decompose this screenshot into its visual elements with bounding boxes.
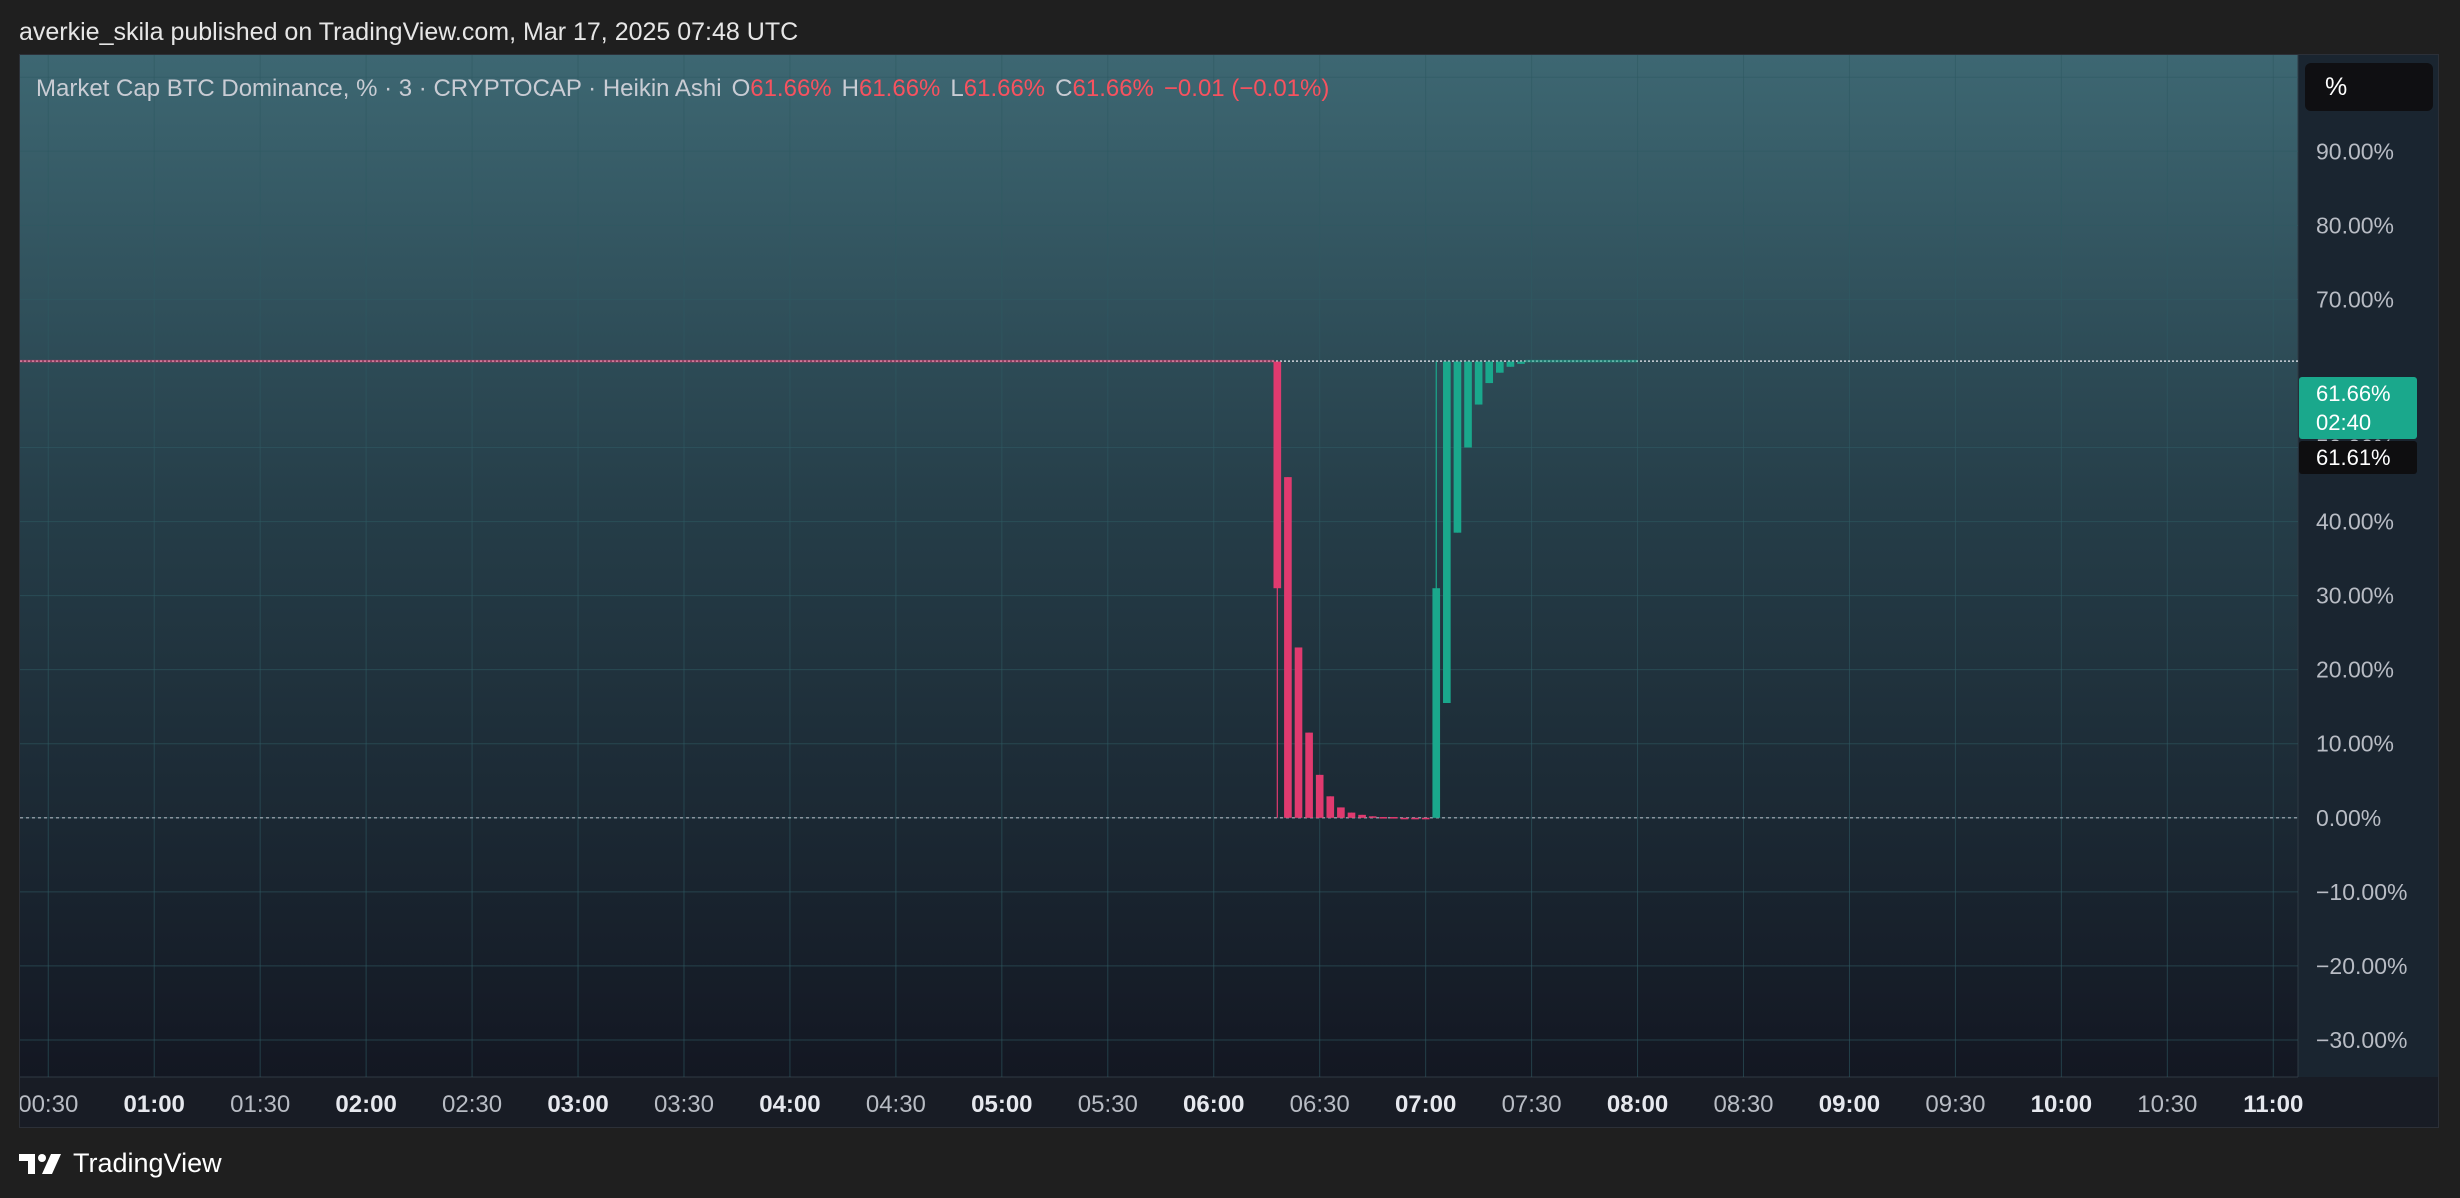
price-tick-label: −10.00% — [2316, 879, 2407, 905]
legend-open-value: 61.66% — [750, 75, 832, 102]
candle-body — [1411, 817, 1419, 820]
time-tick-label: 01:30 — [230, 1091, 290, 1118]
price-tick-label: 10.00% — [2316, 731, 2394, 757]
candle-body — [1453, 361, 1462, 533]
legend-close-label: C — [1055, 75, 1073, 102]
candle-body — [1358, 814, 1366, 818]
legend-low-label: L — [950, 75, 964, 102]
legend-close-value: 61.66% — [1072, 75, 1154, 102]
time-tick-label: 07:30 — [1502, 1091, 1562, 1118]
candle-body — [1284, 477, 1292, 818]
candle-body — [1474, 361, 1483, 405]
price-tick-label: 80.00% — [2316, 212, 2394, 238]
candle-body — [1443, 361, 1451, 704]
candle-body — [1485, 361, 1494, 384]
candle-body — [1506, 361, 1515, 367]
time-tick-label: 05:00 — [971, 1091, 1032, 1118]
time-tick-label: 07:00 — [1395, 1091, 1456, 1118]
chart-frame[interactable]: 100.00%90.00%80.00%70.00%50.00%40.00%30.… — [19, 54, 2439, 1128]
time-tick-label: 08:30 — [1713, 1091, 1773, 1118]
candle-body — [1273, 361, 1282, 589]
brand-name: TradingView — [73, 1148, 222, 1178]
candle-body — [1368, 816, 1377, 818]
time-tick-label: 11:00 — [2243, 1091, 2303, 1118]
last-price-tag: 61.66% 02:40 — [2299, 377, 2417, 439]
candle-body — [1379, 817, 1388, 819]
legend-symbol[interactable]: Market Cap BTC Dominance, % · 3 · CRYPTO… — [36, 75, 722, 102]
candle-body — [1432, 588, 1441, 818]
legend-high-label: H — [841, 75, 859, 102]
price-tick-label: 30.00% — [2316, 583, 2394, 609]
plot-background — [20, 55, 2298, 1077]
time-tick-label: 09:30 — [1925, 1091, 1985, 1118]
candle-body — [1315, 774, 1324, 818]
candle-body — [1337, 807, 1345, 818]
time-tick-label: 01:00 — [124, 1091, 185, 1118]
publish-line: averkie_skila published on TradingView.c… — [19, 18, 799, 46]
candle-body — [1496, 361, 1504, 373]
last-price-value: 61.66% — [2316, 381, 2391, 406]
time-tick-label: 10:00 — [2031, 1091, 2092, 1118]
time-tick-label: 02:00 — [335, 1091, 396, 1118]
time-tick-label: 03:00 — [547, 1091, 608, 1118]
candle-body — [1326, 796, 1335, 818]
time-tick-label: 09:00 — [1819, 1091, 1880, 1118]
time-tick-label: 06:00 — [1183, 1091, 1244, 1118]
time-tick-label: 05:30 — [1078, 1091, 1138, 1118]
legend-low-value: 61.66% — [963, 75, 1046, 102]
candle-body — [1464, 361, 1472, 448]
chart-legend[interactable]: Market Cap BTC Dominance, % · 3 · CRYPTO… — [36, 75, 1329, 103]
price-tick-label: −20.00% — [2316, 953, 2407, 979]
legend-change: −0.01 (−0.01%) — [1163, 75, 1330, 102]
chart-canvas[interactable]: 100.00%90.00%80.00%70.00%50.00%40.00%30.… — [20, 55, 2439, 1128]
price-tick-label: 20.00% — [2316, 657, 2394, 683]
time-tick-label: 04:30 — [866, 1091, 926, 1118]
time-tick-label: 04:00 — [759, 1091, 820, 1118]
price-tick-label: 0.00% — [2316, 805, 2381, 831]
price-tick-label: 90.00% — [2316, 138, 2394, 164]
time-tick-label: 03:30 — [654, 1091, 714, 1118]
percent-scale-button[interactable]: % — [2305, 63, 2433, 111]
second-price-tag: 61.61% — [2299, 441, 2417, 474]
legend-high-value: 61.66% — [858, 75, 941, 102]
price-tick-label: 70.00% — [2316, 286, 2394, 312]
time-tick-label: 02:30 — [442, 1091, 502, 1118]
price-tick-label: −30.00% — [2316, 1027, 2407, 1053]
tradingview-logo-icon — [19, 1153, 61, 1174]
price-axis-background — [2298, 55, 2438, 1077]
candle-body — [1305, 732, 1313, 818]
candle-body — [1421, 817, 1430, 820]
price-tick-label: 40.00% — [2316, 509, 2394, 535]
candle-body — [1517, 361, 1525, 364]
candle-body — [1400, 817, 1409, 820]
tradingview-brand[interactable]: TradingView — [19, 1148, 222, 1179]
time-tick-label: 10:30 — [2137, 1091, 2197, 1118]
time-tick-label: 06:30 — [1290, 1091, 1350, 1118]
candle-body — [1347, 812, 1356, 818]
candle-body — [1294, 647, 1303, 818]
time-tick-label: 08:00 — [1607, 1091, 1668, 1118]
bar-countdown: 02:40 — [2316, 410, 2372, 435]
legend-open-label: O — [731, 75, 751, 102]
time-tick-label: 00:30 — [20, 1091, 78, 1118]
candle-body — [1390, 817, 1398, 819]
